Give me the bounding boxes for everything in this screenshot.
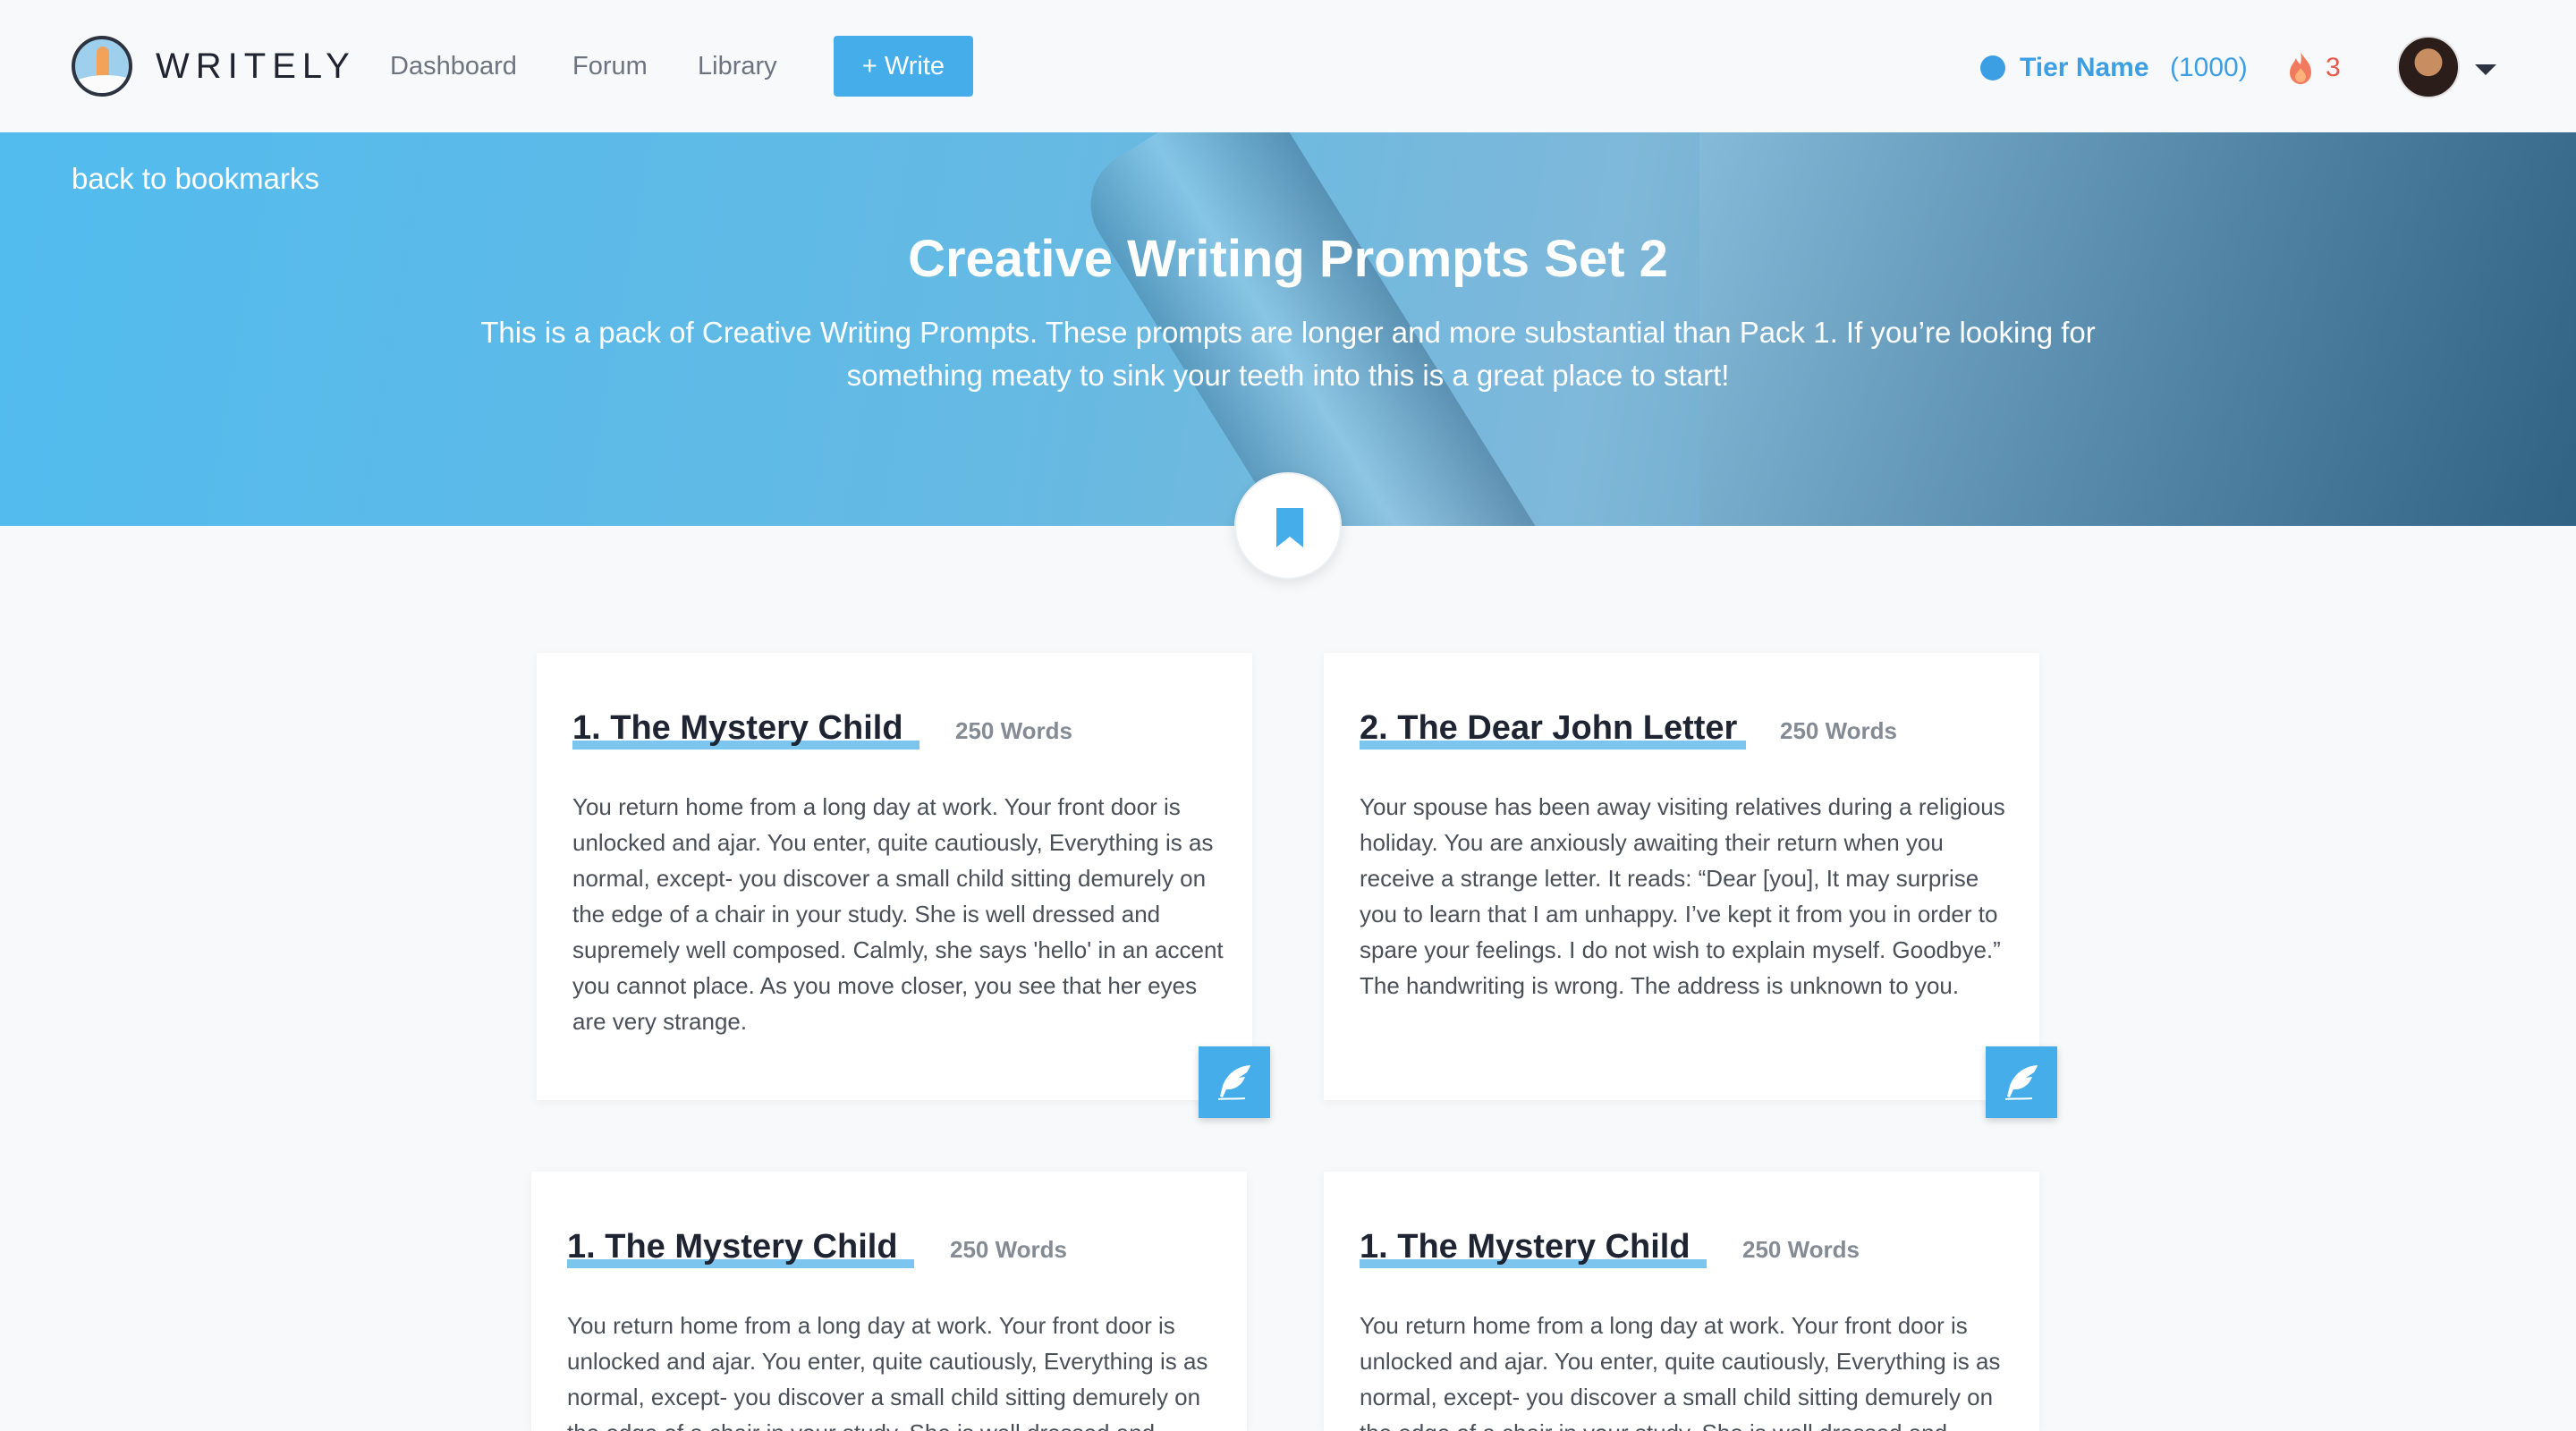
prompt-title[interactable]: 1. The Mystery Child (567, 1225, 898, 1268)
bookmark-button[interactable] (1234, 472, 1342, 580)
prompt-body: You return home from a long day at work.… (1360, 1312, 2001, 1431)
write-prompt-button[interactable] (1199, 1046, 1270, 1118)
tier-badge-icon (1980, 55, 2005, 80)
quill-icon (1217, 1065, 1250, 1100)
logo-text[interactable]: WRITELY (156, 43, 356, 89)
tier-points: (1000) (2170, 53, 2248, 82)
prompt-body: You return home from a long day at work.… (572, 793, 1224, 1035)
tier-name[interactable]: Tier Name (2020, 50, 2149, 86)
back-to-bookmarks-link[interactable]: back to bookmarks (72, 159, 319, 199)
flame-icon (2290, 52, 2311, 84)
prompt-card[interactable]: 1. The Mystery Child 250 Words You retur… (1324, 1172, 2039, 1431)
prompt-card[interactable]: 1. The Mystery Child 250 Words You retur… (531, 1172, 1247, 1431)
logo-icon[interactable] (72, 36, 132, 97)
nav-link-dashboard[interactable]: Dashboard (390, 47, 517, 86)
word-count: 250 Words (950, 1236, 1068, 1263)
quill-icon (2004, 1065, 2038, 1100)
prompt-card[interactable]: 1. The Mystery Child 250 Words You retur… (537, 653, 1252, 1100)
word-count: 250 Words (1780, 717, 1898, 744)
prompt-title[interactable]: 1. The Mystery Child (572, 707, 903, 749)
word-count: 250 Words (955, 717, 1073, 744)
chevron-down-icon[interactable] (2474, 63, 2497, 77)
streak-count: 3 (2326, 53, 2341, 82)
page-title: Creative Writing Prompts Set 2 (908, 230, 1668, 288)
write-prompt-button[interactable] (1986, 1046, 2057, 1118)
prompt-body: Your spouse has been away visiting relat… (1360, 793, 2005, 999)
avatar[interactable] (2397, 36, 2460, 98)
page-description: This is a pack of Creative Writing Promp… (480, 316, 2096, 392)
write-button[interactable]: + Write (834, 36, 973, 97)
prompt-title[interactable]: 2. The Dear John Letter (1360, 707, 1737, 749)
bookmark-icon (1276, 508, 1303, 547)
prompt-title[interactable]: 1. The Mystery Child (1360, 1225, 1690, 1268)
prompt-card[interactable]: 2. The Dear John Letter 250 Words Your s… (1324, 653, 2039, 1100)
nav-link-library[interactable]: Library (698, 47, 777, 86)
top-nav: WRITELY Dashboard Forum Library + Write … (0, 0, 2576, 132)
word-count: 250 Words (1742, 1236, 1860, 1263)
nav-link-forum[interactable]: Forum (572, 47, 648, 86)
prompt-body: You return home from a long day at work.… (567, 1312, 1208, 1431)
